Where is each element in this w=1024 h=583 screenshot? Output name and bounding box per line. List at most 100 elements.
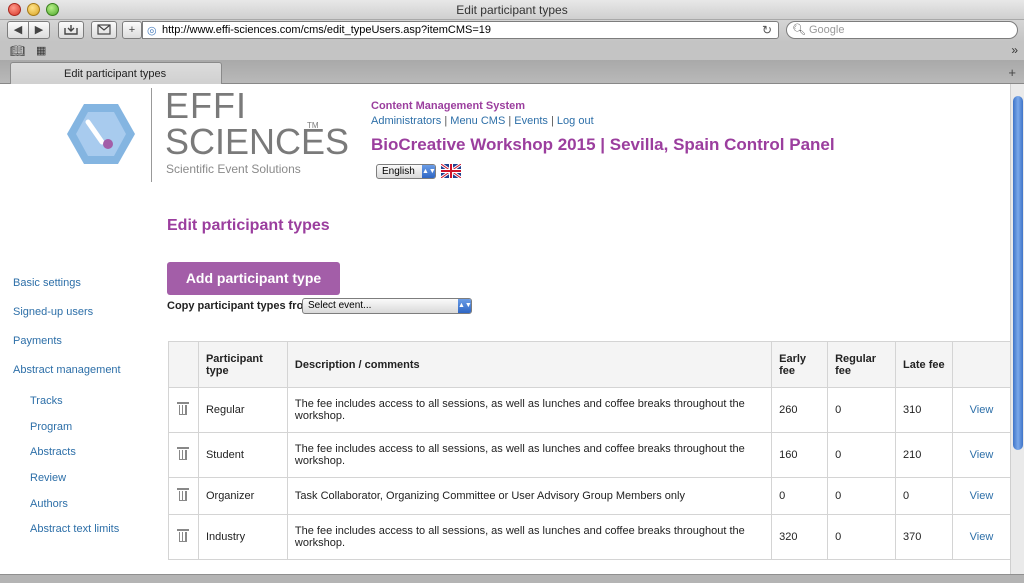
cms-label: Content Management System (371, 100, 526, 112)
regular-fee-cell: 0 (827, 477, 897, 515)
sidebar-subitem-review[interactable]: Review (30, 472, 66, 484)
late-fee-cell: 210 (895, 432, 953, 478)
page-content: EFFI SCIENCES TM Scientific Event Soluti… (0, 84, 1010, 574)
envelope-icon (97, 24, 111, 35)
address-bar[interactable]: ◎ http://www.effi-sciences.com/cms/edit_… (142, 21, 779, 39)
participant-type-cell: Student (197, 432, 288, 478)
view-link[interactable]: View (970, 404, 994, 416)
sidebar-subitem-tracks[interactable]: Tracks (30, 395, 63, 407)
trash-icon (177, 447, 190, 460)
action-cell: View (952, 387, 1010, 433)
table-row: Regular The fee includes access to all s… (168, 387, 1010, 433)
page-title: Edit participant types (167, 217, 330, 234)
view-link[interactable]: View (970, 490, 994, 502)
regular-fee-cell: 0 (827, 432, 897, 478)
action-cell: View (952, 514, 1010, 560)
book-icon[interactable]: 📖︎ (10, 44, 25, 58)
administrators-link[interactable]: Administrators (371, 115, 441, 127)
browser-tab[interactable]: Edit participant types (10, 62, 222, 84)
early-fee-cell: 320 (771, 514, 829, 560)
grid-icon[interactable]: ▦ (36, 44, 46, 57)
bookmarks-button[interactable] (58, 21, 84, 39)
logo-text-effi: EFFI (165, 85, 247, 126)
delete-row-button[interactable] (168, 432, 199, 478)
trash-icon (177, 488, 190, 501)
view-link[interactable]: View (970, 449, 994, 461)
late-fee-cell: 310 (895, 387, 953, 433)
scrollbar-thumb[interactable] (1013, 96, 1023, 450)
add-participant-type-button[interactable]: Add participant type (167, 262, 340, 295)
description-cell: The fee includes access to all sessions,… (286, 432, 773, 478)
language-value: English (382, 166, 415, 177)
late-fee-cell: 0 (895, 477, 953, 515)
sidebar-item-basic-settings[interactable]: Basic settings (13, 277, 81, 289)
logo-text-sciences: SCIENCES (165, 121, 350, 162)
language-select[interactable]: English ▲▼ (376, 164, 436, 179)
logo-tagline: Scientific Event Solutions (166, 162, 301, 176)
early-fee-cell: 0 (771, 477, 829, 515)
menu-cms-link[interactable]: Menu CMS (450, 115, 505, 127)
participant-type-cell: Organizer (197, 477, 288, 515)
link-separator: | (551, 115, 554, 127)
plus-icon: + (128, 24, 136, 36)
link-separator: | (508, 115, 512, 127)
delete-row-button[interactable] (168, 387, 199, 433)
reload-icon[interactable]: ↻ (762, 23, 772, 37)
regular-fee-cell: 0 (827, 387, 897, 433)
back-button[interactable]: ◀ (7, 21, 29, 39)
chevron-more-icon[interactable]: » (1011, 43, 1018, 57)
header-action (952, 341, 1010, 388)
search-placeholder: Google (809, 24, 845, 36)
events-link[interactable]: Events (514, 115, 548, 127)
header-delete-column (168, 341, 199, 388)
sidebar-item-abstract-management[interactable]: Abstract management (13, 364, 121, 376)
table-row: Organizer Task Collaborator, Organizing … (168, 477, 1010, 515)
uk-flag-icon[interactable] (441, 164, 461, 178)
copy-event-value: Select event... (308, 300, 372, 311)
header-early-fee: Early fee (771, 341, 829, 388)
add-bookmark-button[interactable]: + (122, 21, 142, 39)
early-fee-cell: 260 (771, 387, 829, 433)
sidebar-subitem-abstracts[interactable]: Abstracts (30, 446, 76, 458)
copy-types-label: Copy participant types from: (167, 300, 317, 312)
tray-icon (64, 25, 78, 35)
url-text[interactable]: http://www.effi-sciences.com/cms/edit_ty… (162, 24, 491, 36)
delete-row-button[interactable] (168, 514, 199, 560)
delete-row-button[interactable] (168, 477, 199, 515)
view-link[interactable]: View (970, 531, 994, 543)
select-arrows-icon: ▲▼ (422, 165, 436, 178)
sidebar-subitem-abstract-text-limits[interactable]: Abstract text limits (30, 523, 119, 535)
table-header-row: Participant type Description / comments … (168, 341, 1010, 388)
late-fee-cell: 370 (895, 514, 953, 560)
trash-icon (177, 402, 190, 415)
effi-logo-icon (67, 104, 135, 164)
sidebar-item-payments[interactable]: Payments (13, 335, 62, 347)
table-row: Industry The fee includes access to all … (168, 514, 1010, 560)
participant-type-cell: Regular (197, 387, 288, 433)
bookmarks-bar: 📖︎ ▦ » (0, 42, 1024, 60)
mail-button[interactable] (91, 21, 117, 39)
tab-label: Edit participant types (64, 68, 167, 80)
forward-button[interactable]: ▶ (28, 21, 50, 39)
header-late-fee: Late fee (895, 341, 953, 388)
top-nav-links: Administrators | Menu CMS | Events | Log… (371, 115, 594, 127)
logout-link[interactable]: Log out (557, 115, 594, 127)
sidebar-item-signed-up-users[interactable]: Signed-up users (13, 306, 93, 318)
vertical-scrollbar[interactable] (1010, 84, 1024, 574)
participant-types-table: Participant type Description / comments … (168, 341, 1010, 560)
regular-fee-cell: 0 (827, 514, 897, 560)
new-tab-icon[interactable]: + (1008, 65, 1016, 80)
sidebar-subitem-authors[interactable]: Authors (30, 498, 68, 510)
participant-type-cell: Industry (197, 514, 288, 560)
early-fee-cell: 160 (771, 432, 829, 478)
search-field[interactable]: 🔍︎ Google (786, 21, 1018, 39)
table-row: Student The fee includes access to all s… (168, 432, 1010, 478)
sidebar-subitem-program[interactable]: Program (30, 421, 72, 433)
header-description: Description / comments (286, 341, 773, 388)
description-cell: Task Collaborator, Organizing Committee … (286, 477, 773, 515)
window-titlebar: Edit participant types (0, 0, 1024, 20)
copy-event-select[interactable]: Select event... ▲▼ (302, 298, 472, 314)
status-bar (0, 574, 1024, 583)
tab-bar: Edit participant types + (0, 60, 1024, 84)
globe-icon: ◎ (147, 25, 157, 37)
